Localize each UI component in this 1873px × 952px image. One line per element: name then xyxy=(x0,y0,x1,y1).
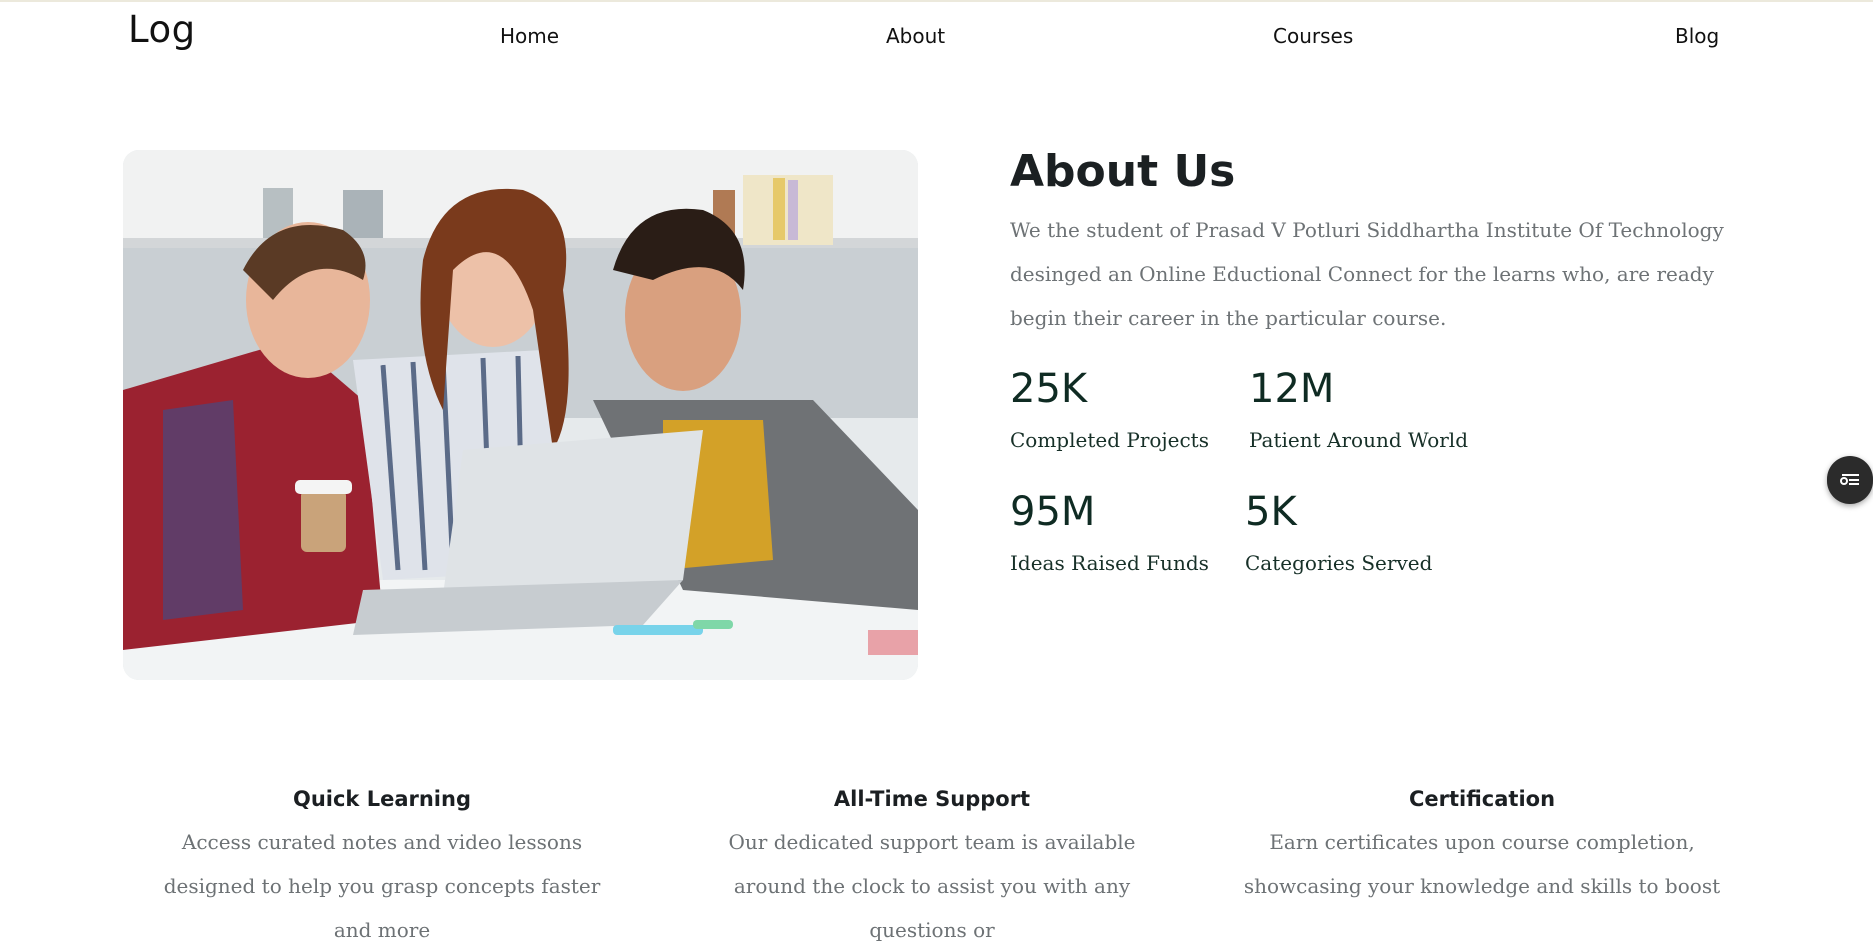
nav-blog[interactable]: Blog xyxy=(1675,24,1719,48)
feature-title-all-time-support: All-Time Support xyxy=(833,787,1031,811)
top-border xyxy=(0,0,1873,2)
feature-title-quick-learning: Quick Learning xyxy=(292,787,471,811)
stat-value-patients: 12M xyxy=(1249,366,1335,412)
list-settings-icon xyxy=(1838,466,1862,495)
floating-menu-button[interactable] xyxy=(1827,456,1873,504)
stat-value-ideas: 95M xyxy=(1010,489,1096,535)
logo[interactable]: Log xyxy=(128,8,196,51)
stat-label-projects: Completed Projects xyxy=(1010,428,1209,452)
stat-value-categories: 5K xyxy=(1245,489,1297,535)
nav-about[interactable]: About xyxy=(886,24,945,48)
stat-value-projects: 25K xyxy=(1010,366,1088,412)
about-title: About Us xyxy=(1010,146,1236,197)
stat-label-categories: Categories Served xyxy=(1245,551,1433,575)
feature-text-all-time-support: Our dedicated support team is available … xyxy=(728,830,1136,942)
feature-text-certification: Earn certificates upon course completion… xyxy=(1243,830,1721,898)
about-description: We the student of Prasad V Potluri Siddh… xyxy=(1010,218,1724,330)
stat-label-ideas: Ideas Raised Funds xyxy=(1010,551,1209,575)
hero-image xyxy=(123,150,918,680)
nav-courses[interactable]: Courses xyxy=(1273,24,1353,48)
feature-text-quick-learning: Access curated notes and video lessons d… xyxy=(163,830,601,942)
stat-label-patients: Patient Around World xyxy=(1249,428,1468,452)
feature-title-certification: Certification xyxy=(1408,787,1556,811)
nav-home[interactable]: Home xyxy=(500,24,559,48)
